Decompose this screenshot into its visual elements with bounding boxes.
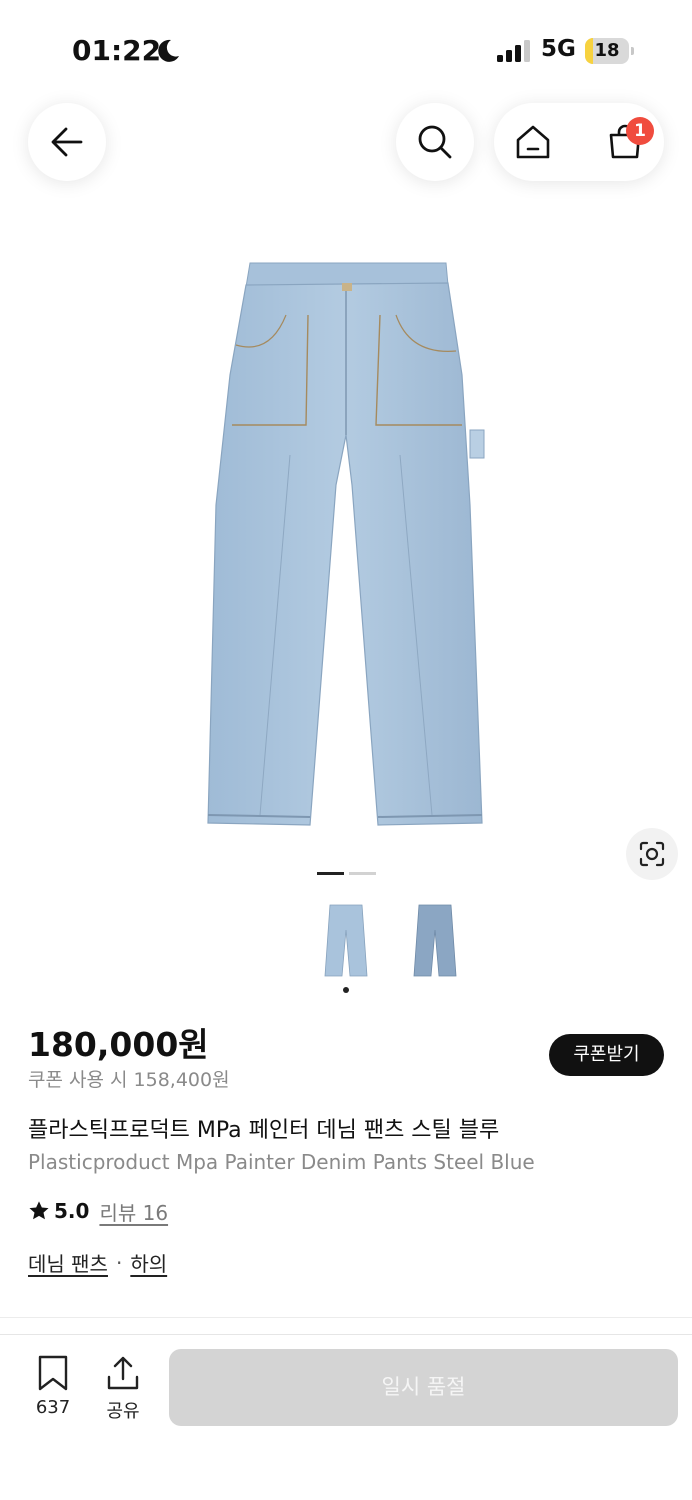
category-link-bottoms[interactable]: 하의: [130, 1248, 167, 1277]
share-label: 공유: [106, 1401, 140, 1422]
review-link[interactable]: 리뷰 16: [99, 1197, 168, 1226]
image-search-button[interactable]: [626, 828, 678, 880]
get-coupon-button[interactable]: 쿠폰받기: [549, 1034, 664, 1076]
divider: [0, 1317, 692, 1318]
back-arrow-icon: [51, 127, 83, 157]
bookmark-button[interactable]: 637: [24, 1355, 82, 1425]
category-breadcrumb: 데님 팬츠 · 하의: [28, 1248, 167, 1277]
network-type: 5G: [541, 36, 576, 62]
category-link-denim-pants[interactable]: 데님 팬츠: [28, 1248, 108, 1277]
bookmark-icon: [38, 1355, 68, 1391]
thumbnail-front[interactable]: [321, 900, 371, 980]
battery-icon: 18: [585, 38, 634, 64]
rating-row: 5.0 리뷰 16: [28, 1197, 168, 1225]
product-title-en: Plasticproduct Mpa Painter Denim Pants S…: [28, 1150, 535, 1174]
category-separator: ·: [115, 1250, 123, 1275]
home-button[interactable]: [504, 103, 562, 181]
product-image[interactable]: [200, 255, 490, 835]
moon-icon: [158, 39, 179, 62]
product-title-ko: 플라스틱프로덕트 MPa 페인터 데님 팬츠 스틸 블루: [28, 1118, 500, 1143]
status-bar: 01:22 5G 18: [0, 0, 692, 100]
sold-out-button[interactable]: 일시 품절: [169, 1349, 678, 1426]
rating-value: 5.0: [54, 1199, 90, 1223]
nav-pill: 1: [494, 103, 664, 181]
thumbnail-indicator: [343, 987, 349, 993]
back-button[interactable]: [28, 103, 106, 181]
star-icon: [29, 1201, 49, 1220]
bookmark-count: 637: [35, 1397, 71, 1418]
share-button[interactable]: 공유: [94, 1355, 152, 1425]
camera-lens-icon: [639, 841, 665, 867]
search-button[interactable]: [396, 103, 474, 181]
battery-percent: 18: [594, 40, 620, 61]
share-icon: [107, 1356, 139, 1390]
cart-count-badge: 1: [626, 117, 654, 145]
signal-icon: [497, 40, 530, 62]
search-icon: [418, 125, 452, 159]
gallery-indicator: [349, 872, 376, 875]
product-price: 180,000원: [28, 1025, 209, 1064]
status-time: 01:22: [72, 34, 162, 67]
home-icon: [516, 125, 550, 159]
coupon-price: 쿠폰 사용 시 158,400원: [28, 1069, 230, 1091]
thumbnail-back[interactable]: [410, 900, 460, 980]
gallery-indicator-active: [317, 872, 344, 875]
